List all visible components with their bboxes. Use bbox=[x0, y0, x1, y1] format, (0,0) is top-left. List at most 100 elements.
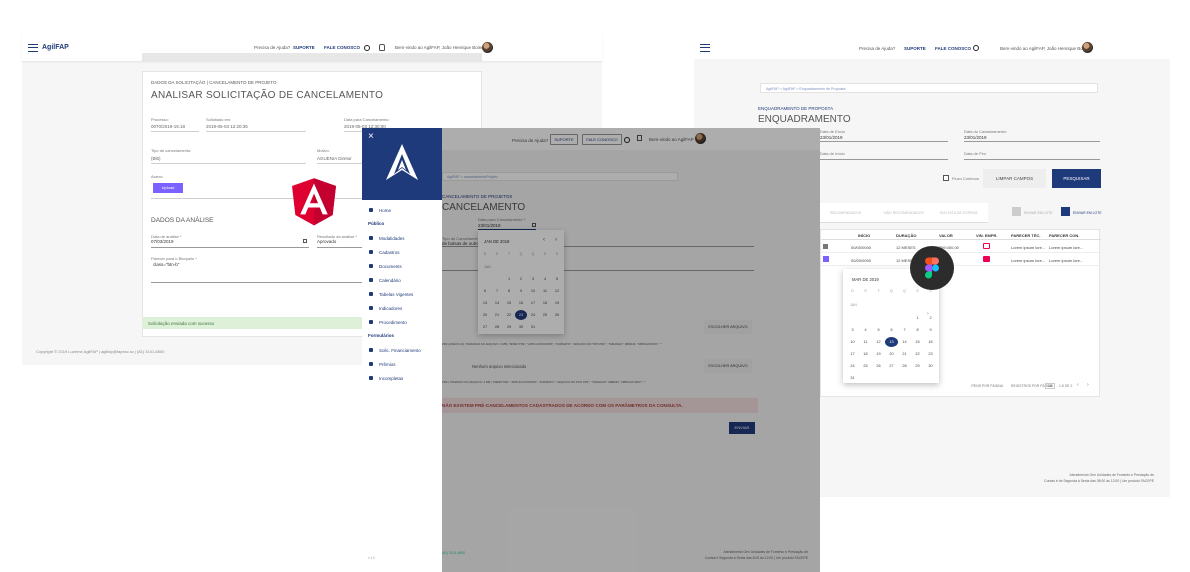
calendar-day[interactable]: 7 bbox=[898, 325, 911, 335]
hamburger-icon[interactable] bbox=[28, 44, 38, 52]
drawer-item[interactable]: Prêmios bbox=[362, 358, 442, 370]
chevron-left-icon[interactable]: ‹ bbox=[1077, 382, 1079, 388]
cell-council-opinion: Lorem ipsum lore... bbox=[1049, 258, 1084, 263]
batch-icon[interactable] bbox=[1012, 207, 1021, 216]
drawer-item[interactable]: Procedimento bbox=[362, 316, 442, 328]
settings-icon[interactable] bbox=[364, 45, 370, 51]
tab-recommended[interactable]: RECOMENDADOS bbox=[830, 211, 861, 215]
notification-icon[interactable] bbox=[379, 44, 385, 51]
calendar-day[interactable]: 19 bbox=[872, 349, 885, 359]
employment-checkbox[interactable] bbox=[983, 256, 990, 262]
contact-link[interactable]: FALE CONOSCO bbox=[324, 45, 360, 50]
cell-start[interactable]: 00/00/0000 bbox=[851, 258, 871, 263]
calendar-day[interactable]: 6 bbox=[885, 325, 898, 335]
tab-not-recommended[interactable]: NÃO RECOMENDADOS bbox=[884, 211, 924, 215]
calendar-day[interactable]: 27 bbox=[885, 361, 898, 371]
calendar-day[interactable]: 2 bbox=[924, 313, 937, 323]
settings-icon[interactable] bbox=[973, 45, 979, 51]
dim-overlay[interactable] bbox=[442, 128, 820, 572]
calendar-day[interactable]: 17 bbox=[846, 349, 859, 359]
page-size-select[interactable]: 10 bbox=[1045, 383, 1055, 389]
calendar-day[interactable]: 14 bbox=[898, 337, 911, 347]
calendar-day[interactable]: 13 bbox=[885, 337, 898, 347]
calendar-header[interactable]: MAR DE 2019 bbox=[852, 277, 879, 282]
drawer-item[interactable]: Tabelas Vigentes bbox=[362, 288, 442, 300]
calendar-day[interactable]: 22 bbox=[911, 349, 924, 359]
calendar-day[interactable]: 9 bbox=[924, 325, 937, 335]
close-icon[interactable]: × bbox=[368, 131, 374, 142]
weekday-label: S bbox=[864, 289, 867, 293]
calendar-day[interactable]: 15 bbox=[911, 337, 924, 347]
calendar-day[interactable]: 16 bbox=[924, 337, 937, 347]
avatar[interactable] bbox=[482, 42, 493, 53]
tab-waiting-list[interactable]: EM LISTA DE ESPERA bbox=[940, 211, 977, 215]
menu-icon[interactable] bbox=[823, 244, 828, 249]
calendar-day[interactable]: 23 bbox=[924, 349, 937, 359]
drawer-item[interactable]: Solic. Financiamento bbox=[362, 344, 442, 356]
reason-value: AGUENIA Diretor bbox=[317, 156, 352, 161]
drawer-item[interactable]: Cadastros bbox=[362, 246, 442, 258]
calendar-day[interactable]: 3 bbox=[846, 325, 859, 335]
opinion-textarea[interactable]: class="btn-b" bbox=[153, 262, 179, 267]
calendar-day[interactable]: 18 bbox=[859, 349, 872, 359]
cell-duration[interactable]: 12 MESES bbox=[896, 245, 916, 250]
drawer-item[interactable]: Indicadores bbox=[362, 302, 442, 314]
filter-1-input[interactable]: 23/01/2019 bbox=[820, 135, 843, 140]
send-batch-icon[interactable] bbox=[1061, 207, 1070, 216]
filter-4-input[interactable] bbox=[964, 159, 1100, 160]
calendar-day[interactable]: 12 bbox=[872, 337, 885, 347]
calendar-day[interactable]: 24 bbox=[846, 361, 859, 371]
drawer-item-label: Documents bbox=[379, 264, 402, 269]
drawer-item[interactable]: Calendário bbox=[362, 274, 442, 286]
hamburger-icon[interactable] bbox=[700, 44, 710, 52]
calendar-day[interactable]: 29 bbox=[911, 361, 924, 371]
calendar-day[interactable]: 4 bbox=[859, 325, 872, 335]
drawer-item[interactable]: Modalidades bbox=[362, 232, 442, 244]
calendar-day[interactable]: 5 bbox=[872, 325, 885, 335]
app-logo-icon bbox=[386, 144, 418, 180]
avatar[interactable] bbox=[1082, 42, 1093, 53]
welcome-text: Bem-vindo ao AgilFAP, João Henrique Boin… bbox=[1000, 46, 1089, 51]
drawer-item[interactable]: Incompletas bbox=[362, 372, 442, 384]
employment-checkbox[interactable] bbox=[983, 243, 990, 249]
result-select[interactable]: Aprovado bbox=[317, 239, 336, 244]
filter-3-input[interactable] bbox=[820, 159, 948, 160]
drawer-item[interactable]: Home bbox=[362, 204, 442, 216]
month-label: JAN bbox=[850, 303, 857, 307]
footer-line-1: Atendimento Gen Unidades de Fomento e Pr… bbox=[1069, 473, 1154, 477]
calendar-day[interactable]: 20 bbox=[885, 349, 898, 359]
analysis-date-value[interactable]: 07/03/2019 bbox=[151, 239, 174, 244]
chevron-right-icon[interactable]: › bbox=[1087, 382, 1089, 388]
drawer-section-title: Público bbox=[368, 221, 385, 226]
calendar-day[interactable]: 26 bbox=[872, 361, 885, 371]
table-header: INÍCIO DURAÇÃO VALOR VIN. EMPR. PARECER … bbox=[821, 230, 1101, 240]
table-row[interactable]: 00/00/0000 12 MESES Lorem ipsum lore... … bbox=[821, 253, 1101, 266]
calendar-day[interactable]: 11 bbox=[859, 337, 872, 347]
send-batch-label[interactable]: ENVIAR EM LOTE bbox=[1073, 211, 1101, 215]
calendar-day[interactable]: 21 bbox=[898, 349, 911, 359]
table-row[interactable]: 00/00/0000 12 MESES R$99.000,00 Lorem ip… bbox=[821, 240, 1101, 253]
calendar-day[interactable]: 30 bbox=[924, 361, 937, 371]
edit-icon[interactable] bbox=[823, 256, 829, 262]
search-button[interactable]: PESQUISAR bbox=[1052, 169, 1101, 188]
contact-link[interactable]: FALE CONOSCO bbox=[935, 46, 971, 51]
opinion-label: Parecer para o Bloqueio * bbox=[151, 256, 197, 261]
drawer-item[interactable]: Documents bbox=[362, 260, 442, 272]
continuous-flow-checkbox[interactable] bbox=[943, 175, 949, 181]
cancel-type-label: Tipo de cancelamento: bbox=[151, 148, 192, 153]
calendar-icon[interactable] bbox=[303, 239, 307, 243]
menu-item-icon bbox=[369, 208, 373, 212]
cell-start[interactable]: 00/00/0000 bbox=[851, 245, 871, 250]
calendar-day[interactable]: 28 bbox=[898, 361, 911, 371]
upload-button[interactable]: Upload bbox=[153, 183, 183, 193]
calendar-day[interactable]: 8 bbox=[911, 325, 924, 335]
tab-bar: RECOMENDADOS NÃO RECOMENDADOS EM LISTA D… bbox=[820, 203, 988, 223]
calendar-day[interactable]: 10 bbox=[846, 337, 859, 347]
clear-button[interactable]: LIMPAR CAMPOS bbox=[983, 169, 1046, 188]
calendar-day[interactable]: 25 bbox=[859, 361, 872, 371]
calendar-day[interactable]: 1 bbox=[911, 313, 924, 323]
filter-2-input[interactable]: 23/01/2019 bbox=[964, 135, 987, 140]
support-link[interactable]: SUPORTE bbox=[293, 45, 315, 50]
support-link[interactable]: SUPORTE bbox=[904, 46, 926, 51]
calendar-day[interactable]: 31 bbox=[846, 373, 859, 383]
